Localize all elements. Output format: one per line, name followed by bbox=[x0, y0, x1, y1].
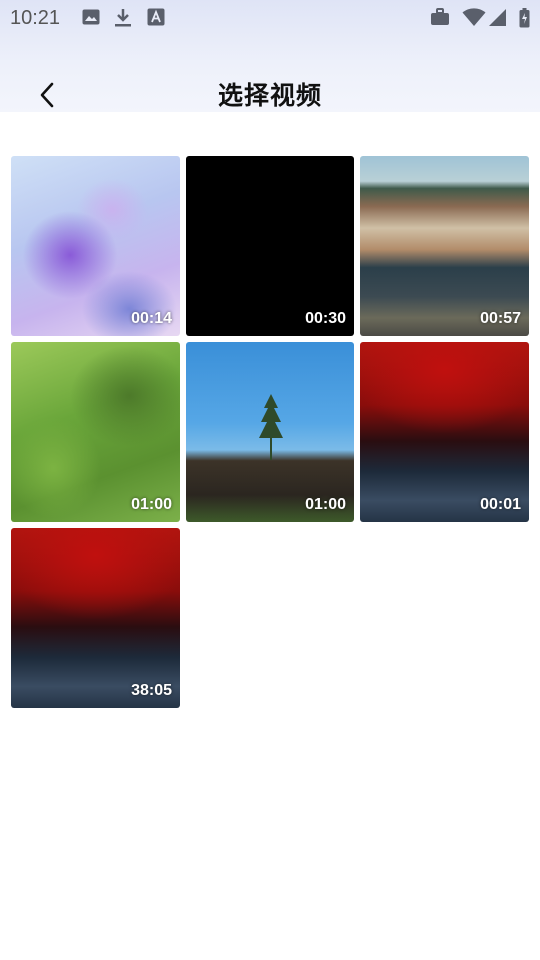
briefcase-icon bbox=[431, 8, 449, 25]
a-badge-icon bbox=[147, 8, 165, 26]
video-duration: 38:05 bbox=[131, 682, 172, 699]
thumbnail-image bbox=[186, 342, 354, 522]
video-thumbnail[interactable]: 00:30 bbox=[186, 156, 354, 336]
wifi-icon bbox=[462, 8, 486, 26]
thumbnail-image bbox=[11, 528, 180, 708]
video-duration: 01:00 bbox=[305, 496, 346, 513]
thumbnail-image bbox=[11, 342, 180, 522]
video-duration: 01:00 bbox=[131, 496, 172, 513]
app-header: 10:21 选择视频 bbox=[0, 0, 540, 112]
video-thumbnail[interactable]: 00:57 bbox=[360, 156, 529, 336]
video-thumbnail[interactable]: 00:01 bbox=[360, 342, 529, 522]
signal-icon bbox=[489, 9, 506, 26]
status-time: 10:21 bbox=[10, 7, 61, 29]
download-icon bbox=[115, 9, 131, 27]
video-grid: 00:14 00:30 00:57 01:00 01:00 00:01 38:0… bbox=[11, 156, 529, 708]
thumbnail-image bbox=[186, 156, 354, 336]
battery-icon bbox=[519, 8, 530, 28]
video-duration: 00:57 bbox=[480, 310, 521, 327]
video-thumbnail[interactable]: 01:00 bbox=[186, 342, 354, 522]
thumbnail-image bbox=[11, 156, 180, 336]
title-bar: 选择视频 bbox=[0, 70, 540, 112]
video-duration: 00:01 bbox=[480, 496, 521, 513]
video-thumbnail[interactable]: 00:14 bbox=[11, 156, 180, 336]
video-thumbnail[interactable]: 01:00 bbox=[11, 342, 180, 522]
thumbnail-image bbox=[360, 156, 529, 336]
image-icon bbox=[82, 9, 100, 25]
video-thumbnail[interactable]: 38:05 bbox=[11, 528, 180, 708]
video-duration: 00:14 bbox=[131, 310, 172, 327]
thumbnail-image bbox=[360, 342, 529, 522]
video-duration: 00:30 bbox=[305, 310, 346, 327]
page-title: 选择视频 bbox=[217, 81, 322, 110]
status-bar: 10:21 bbox=[0, 0, 540, 36]
tree-silhouette bbox=[259, 394, 283, 460]
